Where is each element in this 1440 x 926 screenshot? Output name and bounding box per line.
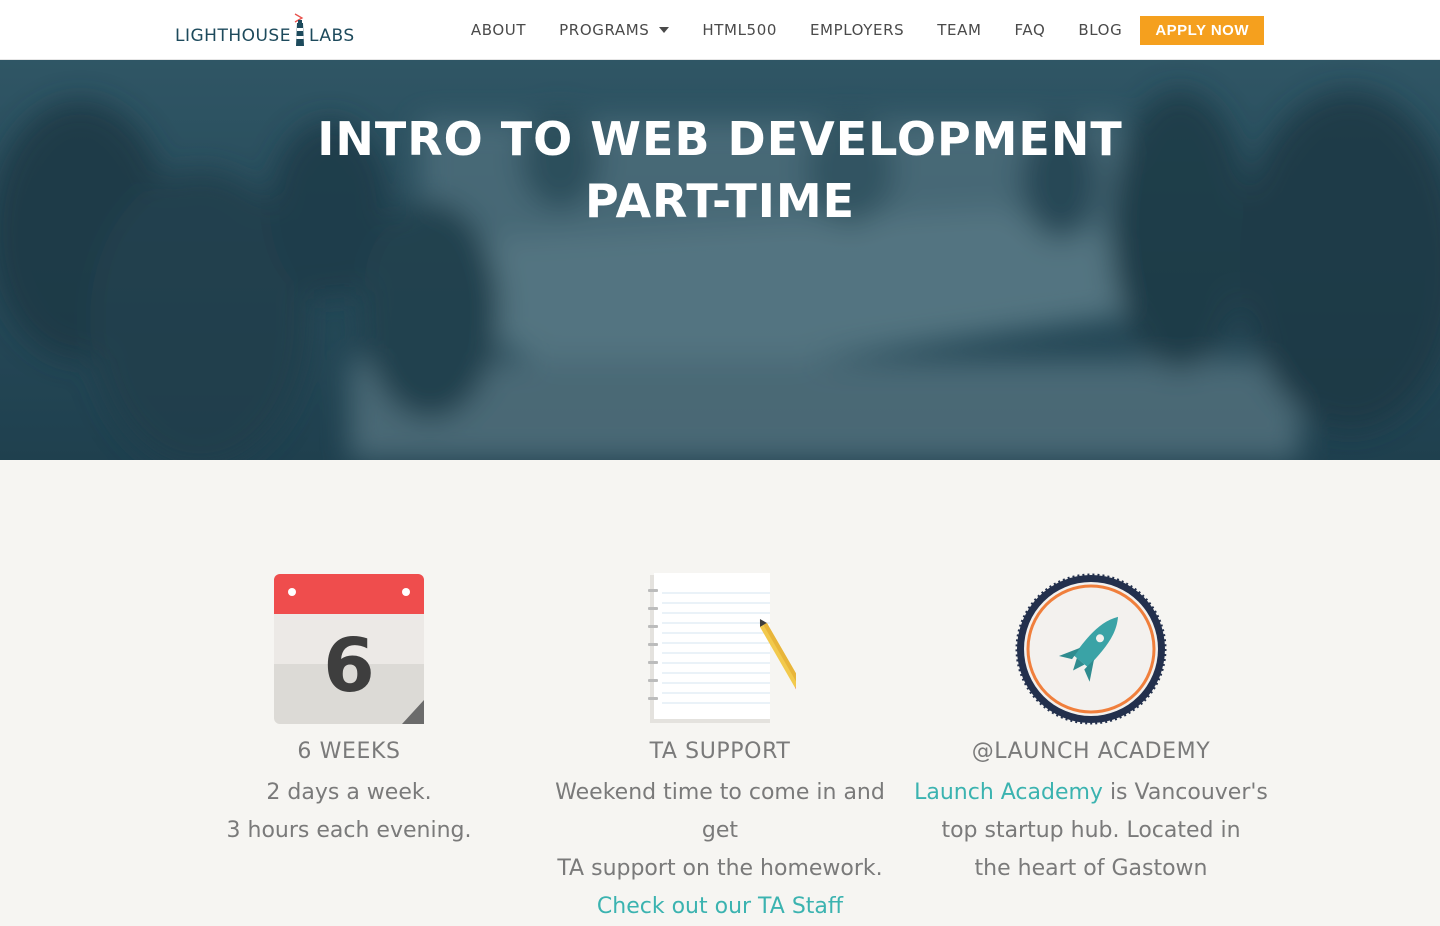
notepad-pencil-icon (540, 573, 900, 725)
hero-title-line1: INTRO TO WEB DEVELOPMENT (317, 112, 1123, 166)
feature-ta-title: TA SUPPORT (649, 739, 791, 764)
nav-faq[interactable]: FAQ (1015, 21, 1046, 39)
feature-ta-line1: Weekend time to come in and get (555, 780, 885, 843)
feature-weeks-line1: 2 days a week. (266, 780, 432, 805)
top-navbar: LIGHTHOUSE LABS ABOUT PROGRAMS HTML500 E… (0, 0, 1440, 60)
main-nav: ABOUT PROGRAMS HTML500 EMPLOYERS TEAM FA… (438, 0, 1264, 60)
nav-about[interactable]: ABOUT (471, 21, 526, 39)
feature-launch-line3: the heart of Gastown (974, 856, 1208, 881)
nav-team-label: TEAM (937, 21, 982, 39)
brand-text-right: LABS (308, 26, 355, 46)
features-section: 6 6 WEEKS 2 days a week. 3 hours each ev… (0, 460, 1440, 919)
nav-team[interactable]: TEAM (937, 21, 981, 39)
hero-banner: INTRO TO WEB DEVELOPMENT PART-TIME (0, 60, 1440, 460)
hero-title-line2: PART-TIME (584, 174, 856, 228)
launch-academy-link[interactable]: Launch Academy (914, 780, 1103, 805)
feature-launch-line2: top startup hub. Located in (941, 818, 1241, 843)
apply-now-button[interactable]: APPLY NOW (1140, 15, 1264, 45)
nav-blog[interactable]: BLOG (1078, 21, 1122, 39)
brand-logo[interactable]: LIGHTHOUSE LABS (175, 6, 355, 46)
nav-programs[interactable]: PROGRAMS (559, 21, 670, 39)
ta-staff-link[interactable]: Check out our TA Staff (597, 894, 843, 919)
rocket-badge-icon (911, 573, 1271, 725)
feature-ta-line2: TA support on the homework. (557, 856, 883, 881)
calendar-number: 6 (323, 623, 375, 709)
calendar-icon: 6 (169, 573, 529, 725)
nav-programs-label: PROGRAMS (559, 21, 650, 39)
nav-employers[interactable]: EMPLOYERS (810, 21, 904, 39)
feature-weeks-line2: 3 hours each evening. (226, 818, 472, 843)
nav-about-label: ABOUT (470, 21, 527, 39)
feature-launch-academy: @LAUNCH ACADEMY Launch Academy is Vancou… (911, 573, 1271, 888)
feature-ta-support: TA SUPPORT Weekend time to come in and g… (540, 573, 900, 926)
nav-html500-label: HTML500 (702, 21, 777, 39)
nav-html500[interactable]: HTML500 (702, 21, 777, 39)
lighthouse-icon (293, 10, 307, 46)
nav-blog-label: BLOG (1078, 21, 1123, 39)
nav-employers-label: EMPLOYERS (809, 21, 905, 39)
feature-launch-title: @LAUNCH ACADEMY (971, 739, 1211, 764)
feature-weeks: 6 6 WEEKS 2 days a week. 3 hours each ev… (169, 573, 529, 850)
brand-text-left: LIGHTHOUSE (175, 26, 291, 46)
caret-down-icon (659, 27, 670, 33)
nav-faq-label: FAQ (1014, 21, 1046, 39)
feature-weeks-title: 6 WEEKS (297, 739, 401, 764)
feature-launch-line1: is Vancouver's (1102, 780, 1268, 805)
